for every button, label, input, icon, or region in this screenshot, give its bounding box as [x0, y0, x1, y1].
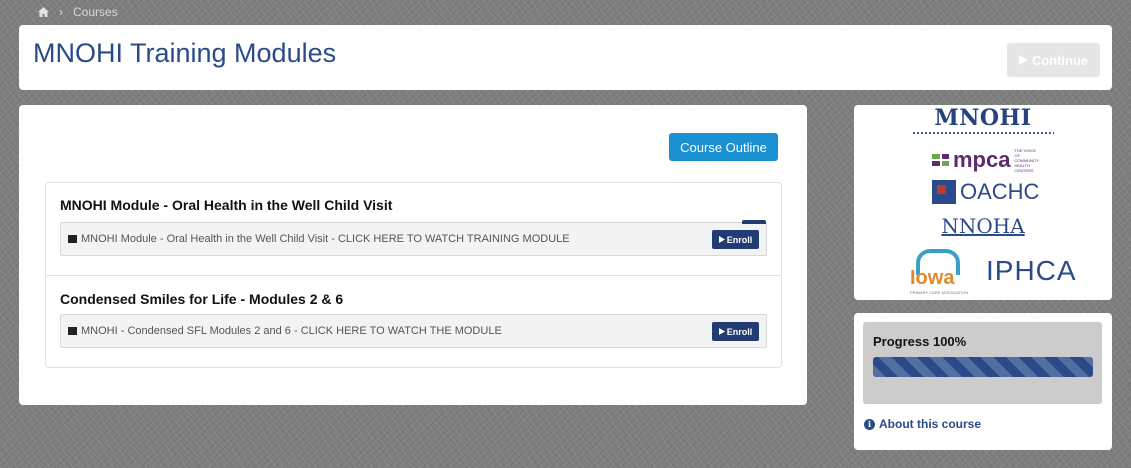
film-icon — [68, 235, 77, 243]
module-item: Condensed Smiles for Life - Modules 2 & … — [46, 276, 781, 367]
iphca-logo: IPHCA — [986, 255, 1077, 286]
module-link-text[interactable]: MNOHI Module - Oral Health in the Well C… — [81, 233, 570, 245]
progress-card: Progress 100% i About this course — [854, 313, 1112, 450]
continue-button[interactable]: Continue — [1007, 43, 1100, 77]
info-icon: i — [864, 418, 875, 430]
enroll-label: Enroll — [726, 326, 753, 337]
module-link-row[interactable]: MNOHI Module - Oral Health in the Well C… — [60, 220, 767, 256]
continue-label: Continue — [1031, 52, 1089, 68]
partner-logos: MNOHI mpca THE VOICE OF COMMUNITY HEALTH… — [854, 105, 1112, 300]
play-icon — [1018, 53, 1028, 68]
mnohi-logo: MNOHI — [934, 105, 1032, 131]
mpca-logo-text: mpca — [953, 147, 1011, 172]
enroll-label: Enroll — [726, 234, 753, 245]
progress-bar-fill — [873, 357, 1093, 377]
iowa-pca-logo: Iowa PRIMARY CARE ASSOCIATION — [910, 249, 968, 297]
breadcrumb-courses[interactable]: Courses — [73, 5, 118, 19]
about-course-label: About this course — [879, 417, 982, 431]
breadcrumb-separator: › — [59, 5, 63, 19]
home-icon[interactable] — [38, 7, 49, 17]
oachc-logo: OACHC — [932, 179, 1039, 205]
mpca-logo-tagline: THE VOICE OF COMMUNITY HEALTH CENTERS — [1014, 147, 1040, 173]
progress-label: Progress 100% — [873, 334, 967, 349]
module-title: Condensed Smiles for Life - Modules 2 & … — [60, 291, 344, 307]
page-title: MNOHI Training Modules — [33, 38, 337, 68]
nnoha-logo: NNOHA — [941, 214, 1025, 238]
progress-panel: Progress 100% — [863, 322, 1102, 404]
play-icon — [718, 236, 725, 243]
module-link-text[interactable]: MNOHI - Condensed SFL Modules 2 and 6 - … — [81, 325, 502, 337]
breadcrumb: › Courses — [38, 5, 118, 19]
play-icon — [718, 328, 725, 335]
progress-bar — [873, 357, 1093, 377]
iowa-logo-text: Iowa — [910, 267, 955, 289]
film-icon — [68, 327, 77, 335]
course-card: Course Outline MNOHI Module - Oral Healt… — [19, 105, 807, 405]
module-link-row[interactable]: MNOHI - Condensed SFL Modules 2 and 6 - … — [60, 314, 767, 348]
module-list: MNOHI Module - Oral Health in the Well C… — [45, 182, 782, 368]
course-outline-button[interactable]: Course Outline — [669, 133, 778, 161]
enroll-button[interactable]: Enroll — [712, 230, 759, 249]
iowa-logo-subtitle: PRIMARY CARE ASSOCIATION — [910, 290, 969, 295]
oachc-logo-text: OACHC — [960, 179, 1040, 204]
enroll-button[interactable]: Enroll — [712, 322, 759, 341]
page-header: MNOHI Training Modules Continue — [19, 25, 1112, 90]
module-item: MNOHI Module - Oral Health in the Well C… — [46, 183, 781, 276]
about-course-link[interactable]: i About this course — [864, 417, 981, 431]
module-title: MNOHI Module - Oral Health in the Well C… — [60, 197, 393, 213]
logo-divider — [912, 132, 1054, 134]
enroll-tab-decoration — [742, 220, 766, 224]
mpca-logo: mpca THE VOICE OF COMMUNITY HEALTH CENTE… — [932, 147, 1042, 173]
